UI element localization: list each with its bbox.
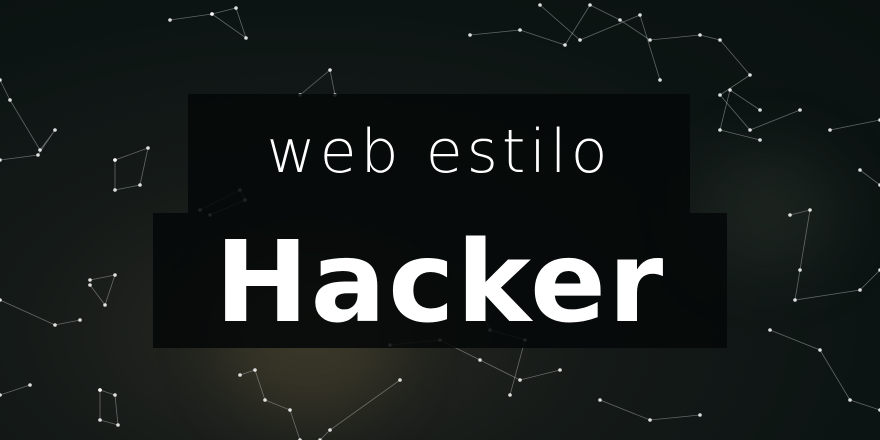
network-node bbox=[578, 38, 582, 42]
network-node bbox=[468, 33, 472, 37]
network-line bbox=[89, 274, 116, 306]
network-line bbox=[829, 119, 880, 131]
network-node bbox=[116, 423, 120, 427]
network-node bbox=[88, 278, 92, 282]
network-node bbox=[718, 128, 722, 132]
network-node bbox=[0, 298, 2, 302]
network-node bbox=[748, 73, 752, 77]
network-node bbox=[518, 28, 522, 32]
network-node bbox=[234, 6, 238, 10]
network-line bbox=[0, 79, 56, 161]
network-node bbox=[38, 148, 42, 152]
network-node bbox=[478, 358, 482, 362]
banner-subtitle: web estilo bbox=[266, 117, 612, 187]
network-node bbox=[78, 318, 82, 322]
network-node bbox=[36, 153, 40, 157]
network-node bbox=[808, 208, 812, 212]
network-node bbox=[768, 328, 772, 332]
network-node bbox=[758, 108, 762, 112]
network-node bbox=[28, 383, 32, 387]
banner-title: Hacker bbox=[214, 218, 666, 348]
network-node bbox=[210, 12, 214, 16]
network-node bbox=[858, 168, 862, 172]
network-node bbox=[828, 128, 832, 132]
network-node bbox=[288, 408, 292, 412]
network-node bbox=[88, 283, 92, 287]
network-node bbox=[558, 368, 562, 372]
network-node bbox=[113, 393, 117, 397]
network-node bbox=[244, 36, 248, 40]
network-node bbox=[263, 398, 267, 402]
network-node bbox=[0, 158, 2, 162]
network-line bbox=[719, 89, 761, 141]
network-node bbox=[146, 146, 150, 150]
network-node bbox=[798, 268, 802, 272]
network-node bbox=[98, 418, 102, 422]
network-node bbox=[53, 323, 57, 327]
network-line bbox=[319, 379, 401, 440]
network-node bbox=[718, 38, 722, 42]
network-node bbox=[758, 138, 762, 142]
network-node bbox=[618, 18, 622, 22]
network-node bbox=[328, 68, 332, 72]
network-node bbox=[658, 78, 662, 82]
network-node bbox=[793, 298, 797, 302]
network-node bbox=[113, 273, 117, 277]
network-line bbox=[859, 169, 880, 186]
network-node bbox=[748, 128, 752, 132]
network-node bbox=[53, 128, 57, 132]
network-node bbox=[328, 428, 332, 432]
network-node bbox=[113, 188, 117, 192]
network-node bbox=[0, 393, 2, 397]
network-line bbox=[599, 399, 701, 421]
network-node bbox=[648, 38, 652, 42]
network-line bbox=[299, 69, 336, 96]
network-line bbox=[0, 384, 31, 396]
network-node bbox=[788, 213, 792, 217]
network-node bbox=[563, 43, 567, 47]
network-line bbox=[789, 209, 880, 301]
network-node bbox=[253, 368, 257, 372]
network-node bbox=[538, 3, 542, 7]
network-node bbox=[858, 288, 862, 292]
network-node bbox=[508, 393, 512, 397]
network-line bbox=[769, 329, 880, 411]
network-node bbox=[638, 13, 642, 17]
network-node bbox=[818, 348, 822, 352]
network-node bbox=[698, 33, 702, 37]
network-node bbox=[598, 398, 602, 402]
network-node bbox=[728, 88, 732, 92]
network-node bbox=[718, 93, 722, 97]
network-node bbox=[848, 398, 852, 402]
network-node bbox=[98, 388, 102, 392]
network-node bbox=[648, 418, 652, 422]
network-node bbox=[518, 378, 522, 382]
network-node bbox=[138, 183, 142, 187]
network-line bbox=[0, 299, 81, 326]
network-node bbox=[398, 378, 402, 382]
network-line bbox=[169, 7, 247, 40]
network-node bbox=[168, 18, 172, 22]
network-node bbox=[698, 413, 702, 417]
network-node bbox=[0, 78, 2, 82]
network-node bbox=[238, 373, 242, 377]
network-node bbox=[103, 303, 107, 307]
network-node bbox=[798, 108, 802, 112]
network-node bbox=[113, 158, 117, 162]
network-line bbox=[239, 369, 301, 440]
network-line bbox=[114, 147, 149, 191]
network-node bbox=[588, 3, 592, 7]
network-node bbox=[8, 98, 12, 102]
